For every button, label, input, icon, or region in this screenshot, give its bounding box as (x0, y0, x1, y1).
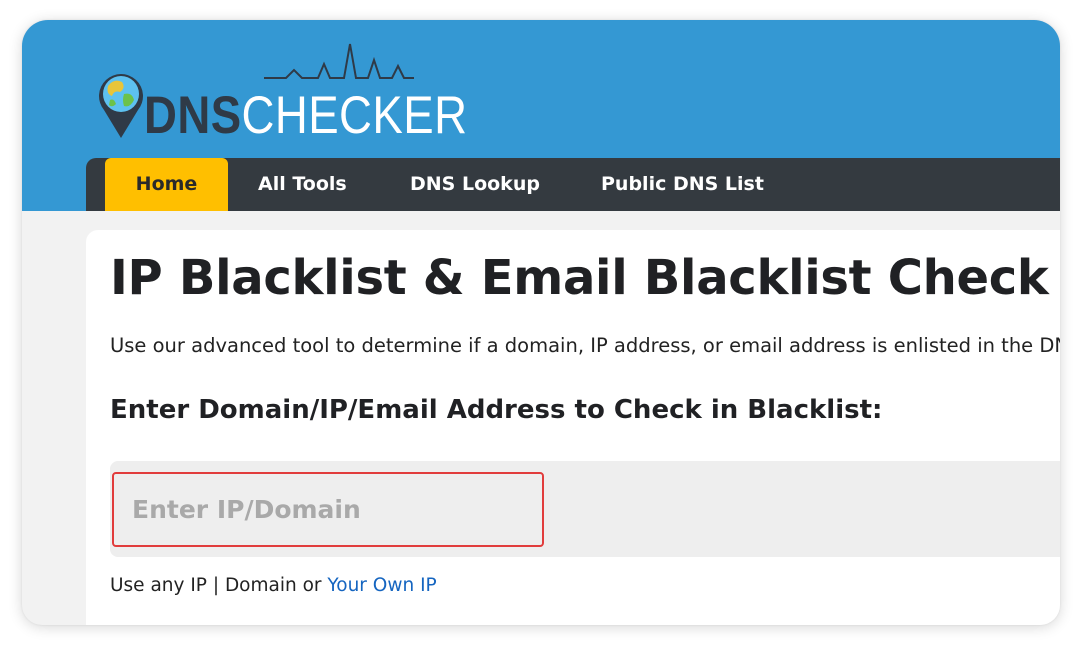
pulse-line-icon (264, 43, 414, 79)
nav-item-all-tools[interactable]: All Tools (258, 158, 347, 211)
hint-text: Use any IP | Domain or (110, 575, 328, 596)
your-own-ip-link[interactable]: Your Own IP (327, 575, 436, 596)
nav-item-dns-lookup[interactable]: DNS Lookup (410, 158, 540, 211)
input-label: Enter Domain/IP/Email Address to Check i… (110, 395, 883, 425)
nav-item-public-dns-list[interactable]: Public DNS List (601, 158, 764, 211)
page-title: IP Blacklist & Email Blacklist Check (110, 250, 1049, 306)
site-logo[interactable]: DNSCHECKER (96, 40, 467, 150)
page-description: Use our advanced tool to determine if a … (110, 334, 1060, 357)
main-card: IP Blacklist & Email Blacklist Check Use… (86, 230, 1060, 625)
search-input-container (110, 461, 1060, 557)
logo-checker-text: CHECKER (241, 86, 468, 145)
browser-frame: DNSCHECKER Home All Tools DNS Lookup Pub… (22, 20, 1060, 625)
logo-wordmark: DNSCHECKER (144, 88, 467, 144)
logo-dns-text: DNS (144, 86, 242, 145)
nav-item-home[interactable]: Home (105, 158, 228, 211)
input-hint: Use any IP | Domain or Your Own IP (110, 575, 437, 596)
ip-domain-input[interactable] (112, 472, 544, 547)
site-header: DNSCHECKER Home All Tools DNS Lookup Pub… (22, 20, 1060, 211)
main-navigation: Home All Tools DNS Lookup Public DNS Lis… (86, 158, 1060, 211)
globe-pin-icon (99, 74, 143, 138)
